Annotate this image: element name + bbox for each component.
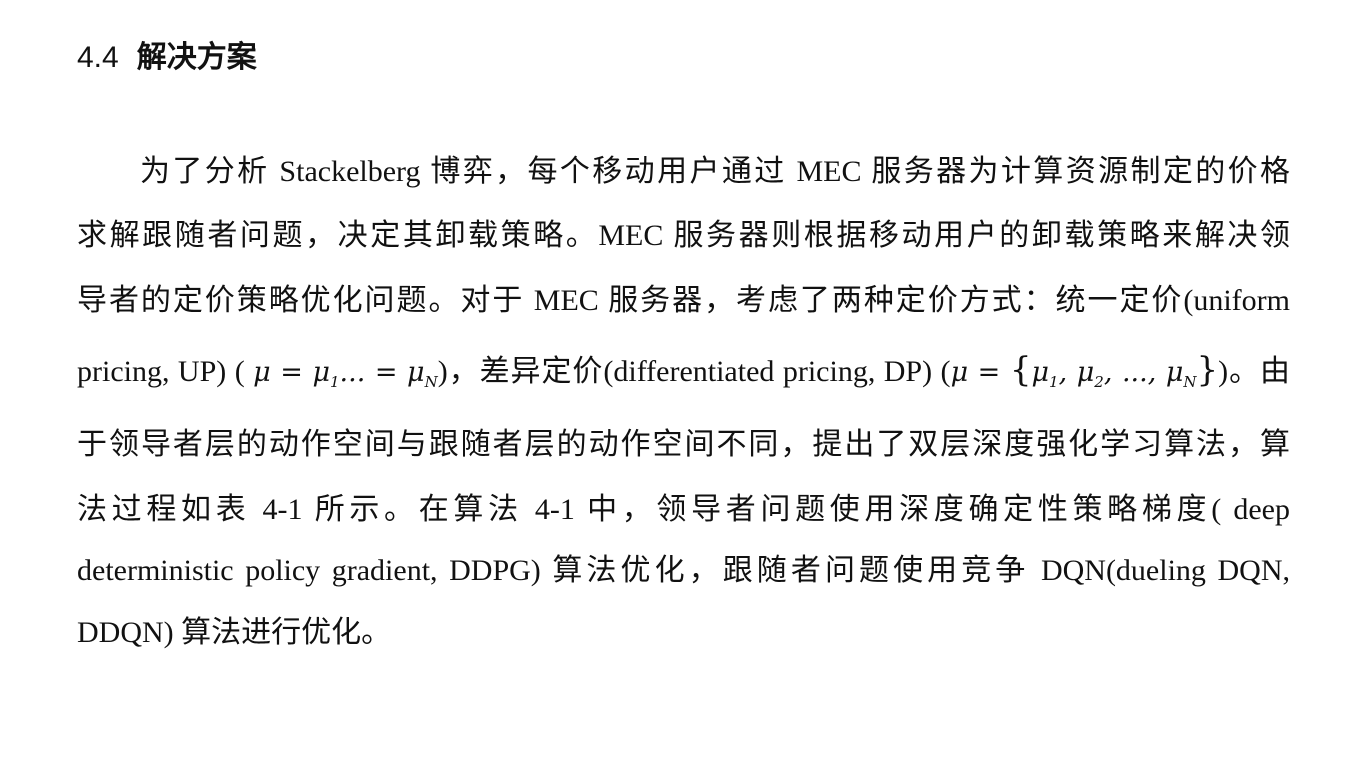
paragraph-line-4: pricing, UP) ( μ = μ1... = μN)，差异定价(diff… (77, 348, 1290, 392)
section-heading: 4.4 解决方案 (77, 38, 257, 78)
paragraph-line-1: 为了分析 Stackelberg 博弈，每个移动用户通过 MEC 服务器为计算资… (140, 155, 1290, 188)
formula-uniform-pricing: μ = μ1... = μN (253, 357, 438, 391)
paragraph-line-6: 法过程如表 4-1 所示。在算法 4-1 中，领导者问题使用深度确定性策略梯度(… (77, 493, 1290, 526)
paragraph-line-3: 导者的定价策略优化问题。对于 MEC 服务器，考虑了两种定价方式：统一定价(un… (77, 284, 1290, 317)
paragraph-line-7: deterministic policy gradient, DDPG) 算法优… (77, 554, 1290, 587)
paragraph-line-5: 于领导者层的动作空间与跟随者层的动作空间不同，提出了双层深度强化学习算法，算 (77, 428, 1290, 461)
section-number: 4.4 (77, 41, 119, 74)
paragraph-line-8: DDQN) 算法进行优化。 (77, 616, 392, 649)
line4-text-a: pricing, UP) ( (77, 355, 245, 388)
line4-text-b: )，差异定价(differentiated pricing, DP) ( (437, 355, 951, 388)
line4-text-c: )。由 (1218, 355, 1290, 388)
paragraph-line-2: 求解跟随者问题，决定其卸载策略。MEC 服务器则根据移动用户的卸载策略来解决领 (77, 219, 1290, 252)
formula-differentiated-pricing: μ = {μ1, μ2, ..., μN} (950, 350, 1219, 391)
paper-page: 4.4 解决方案 为了分析 Stackelberg 博弈，每个移动用户通过 MEC… (0, 0, 1366, 781)
section-title: 解决方案 (136, 40, 257, 75)
